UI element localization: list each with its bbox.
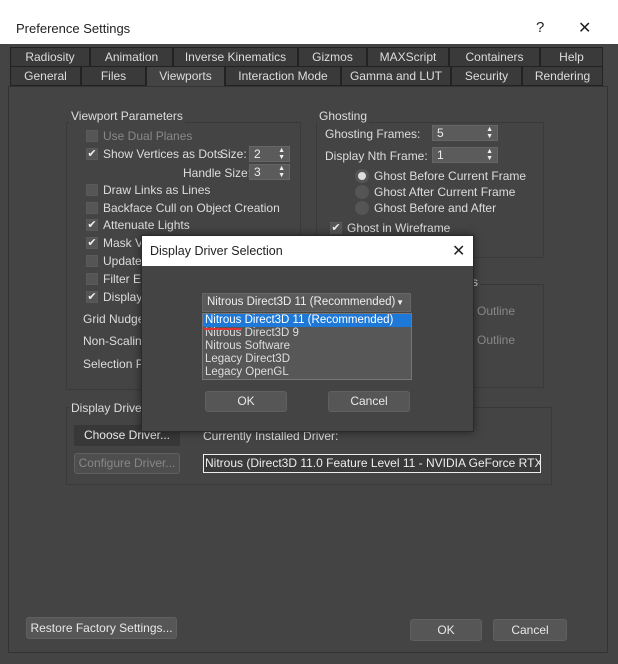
handle-size-spinner[interactable]: 3 ▲ ▼: [249, 164, 290, 180]
checkbox-icon: ✔: [86, 219, 98, 231]
size-spinner[interactable]: 2 ▲ ▼: [249, 146, 290, 162]
radio-ghost-before-current-frame[interactable]: Ghost Before Current Frame: [355, 169, 526, 183]
dropdown-option[interactable]: Legacy OpenGL: [203, 366, 411, 379]
checkbox-label: Display: [103, 290, 143, 304]
checkbox-label: Attenuate Lights: [103, 218, 190, 232]
tab-files[interactable]: Files: [81, 66, 146, 86]
checkbox-label: Backface Cull on Object Creation: [103, 201, 280, 215]
group-legend: Ghosting: [317, 109, 370, 123]
ghost-in-wireframe-checkbox[interactable]: ✔ Ghost in Wireframe: [330, 221, 450, 235]
checkbox-attenuate-lights[interactable]: ✔ Attenuate Lights: [86, 218, 190, 232]
size-value: 2: [254, 147, 261, 161]
checkbox-icon: ✔: [86, 148, 98, 160]
checkbox-label: Ghost in Wireframe: [347, 221, 451, 235]
checkbox-icon: ✔: [86, 291, 98, 303]
tab-interaction-mode[interactable]: Interaction Mode: [225, 66, 341, 86]
help-button[interactable]: ?: [536, 19, 544, 36]
ghosting-frames-spinner[interactable]: 5 ▲ ▼: [432, 125, 498, 141]
dialog-cancel-button[interactable]: Cancel: [328, 391, 410, 412]
tab-containers[interactable]: Containers: [449, 47, 540, 67]
dropdown-option[interactable]: Legacy Direct3D: [203, 353, 411, 366]
tab-maxscript[interactable]: MAXScript: [367, 47, 449, 67]
checkmark-icon: ✔: [330, 222, 342, 234]
ok-button[interactable]: OK: [410, 619, 482, 641]
radio-label: Ghost Before Current Frame: [374, 169, 527, 183]
radio-label: Ghost After Current Frame: [374, 185, 516, 199]
checkbox-icon: [86, 130, 98, 142]
spinner-arrows-icon[interactable]: ▲ ▼: [278, 165, 285, 179]
checkbox-label: Show Vertices as Dots: [103, 147, 224, 161]
title-bar: Preference Settings ? ✕: [0, 0, 618, 44]
radio-icon: [355, 169, 369, 183]
dropdown-option[interactable]: Nitrous Direct3D 11 (Recommended): [203, 314, 411, 327]
dropdown-value: Nitrous Direct3D 11 (Recommended): [207, 296, 396, 308]
display-driver-dialog: Display Driver Selection ✕ Nitrous Direc…: [141, 235, 474, 432]
tab-gamma-and-lut[interactable]: Gamma and LUT: [341, 66, 451, 86]
checkbox-show-vertices-as-dots[interactable]: ✔ Show Vertices as Dots: [86, 147, 223, 161]
dialog-ok-button[interactable]: OK: [205, 391, 287, 412]
handle-size-value: 3: [254, 165, 261, 179]
tab-inverse-kinematics[interactable]: Inverse Kinematics: [173, 47, 298, 67]
checkbox-icon: [86, 202, 98, 214]
checkbox-label: Use Dual Planes: [103, 129, 193, 143]
nth-frame-value: 1: [437, 148, 444, 162]
checkbox-label: Draw Links as Lines: [103, 183, 211, 197]
outline-label: Outline: [477, 304, 516, 318]
grid-nudge-label: Grid Nudge: [83, 312, 145, 326]
spinner-arrows-icon[interactable]: ▲ ▼: [278, 147, 285, 161]
tab-animation[interactable]: Animation: [90, 47, 173, 67]
checkbox-icon: ✔: [86, 237, 98, 249]
dialog-title-bar: Display Driver Selection ✕: [142, 236, 473, 266]
tab-viewports[interactable]: Viewports: [146, 66, 225, 88]
close-icon[interactable]: ✕: [578, 18, 591, 38]
restore-factory-settings-button[interactable]: Restore Factory Settings...: [26, 617, 177, 639]
chevron-down-icon[interactable]: ▼: [396, 294, 404, 311]
non-scaling-label: Non-Scaling: [83, 334, 149, 348]
radio-icon: [355, 201, 369, 215]
driver-dropdown[interactable]: Nitrous Direct3D 11 (Recommended) ▼: [202, 293, 411, 312]
radio-icon: [355, 185, 369, 199]
nth-frame-label: Display Nth Frame:: [325, 149, 428, 163]
ghosting-frames-value: 5: [437, 126, 444, 140]
size-label: Size:: [220, 147, 247, 161]
close-icon[interactable]: ✕: [452, 241, 465, 261]
checkbox-icon: [86, 184, 98, 196]
spinner-arrows-icon[interactable]: ▲ ▼: [486, 148, 493, 162]
checkbox-draw-links-as-lines[interactable]: Draw Links as Lines: [86, 183, 210, 197]
window-title: Preference Settings: [16, 21, 131, 36]
red-underline-mark: [204, 328, 242, 330]
nth-frame-spinner[interactable]: 1 ▲ ▼: [432, 147, 498, 163]
outline-label: Outline: [477, 333, 516, 347]
checkbox-icon: [86, 255, 98, 267]
tab-gizmos[interactable]: Gizmos: [298, 47, 367, 67]
tab-security[interactable]: Security: [451, 66, 522, 86]
tab-rendering[interactable]: Rendering: [522, 66, 603, 86]
checkbox-filter-en[interactable]: Filter En: [86, 272, 148, 286]
checkbox-display[interactable]: ✔ Display: [86, 290, 142, 304]
checkbox-use-dual-planes[interactable]: Use Dual Planes: [86, 129, 192, 143]
installed-driver-field[interactable]: Nitrous (Direct3D 11.0 Feature Level 11 …: [203, 454, 541, 473]
checkbox-backface-cull-on-object-creation[interactable]: Backface Cull on Object Creation: [86, 201, 280, 215]
radio-ghost-after-current-frame[interactable]: Ghost After Current Frame: [355, 185, 515, 199]
tab-help[interactable]: Help: [540, 47, 603, 67]
driver-dropdown-list: Nitrous Direct3D 11 (Recommended) Nitrous…: [202, 313, 412, 380]
dialog-title: Display Driver Selection: [150, 244, 283, 258]
spinner-arrows-icon[interactable]: ▲ ▼: [486, 126, 493, 140]
ghosting-frames-label: Ghosting Frames:: [325, 127, 421, 141]
group-legend: Viewport Parameters: [69, 109, 185, 123]
tab-general[interactable]: General: [10, 66, 81, 86]
handle-size-label: Handle Size:: [183, 166, 252, 180]
radio-ghost-before-and-after[interactable]: Ghost Before and After: [355, 201, 496, 215]
checkbox-icon: [86, 273, 98, 285]
configure-driver-button[interactable]: Configure Driver...: [74, 453, 180, 474]
tab-radiosity[interactable]: Radiosity: [10, 47, 90, 67]
radio-label: Ghost Before and After: [374, 201, 497, 215]
checkbox-update[interactable]: Update: [86, 254, 142, 268]
checkbox-label: Update: [103, 254, 142, 268]
cancel-button[interactable]: Cancel: [493, 619, 567, 641]
dropdown-option[interactable]: Nitrous Software: [203, 340, 411, 353]
